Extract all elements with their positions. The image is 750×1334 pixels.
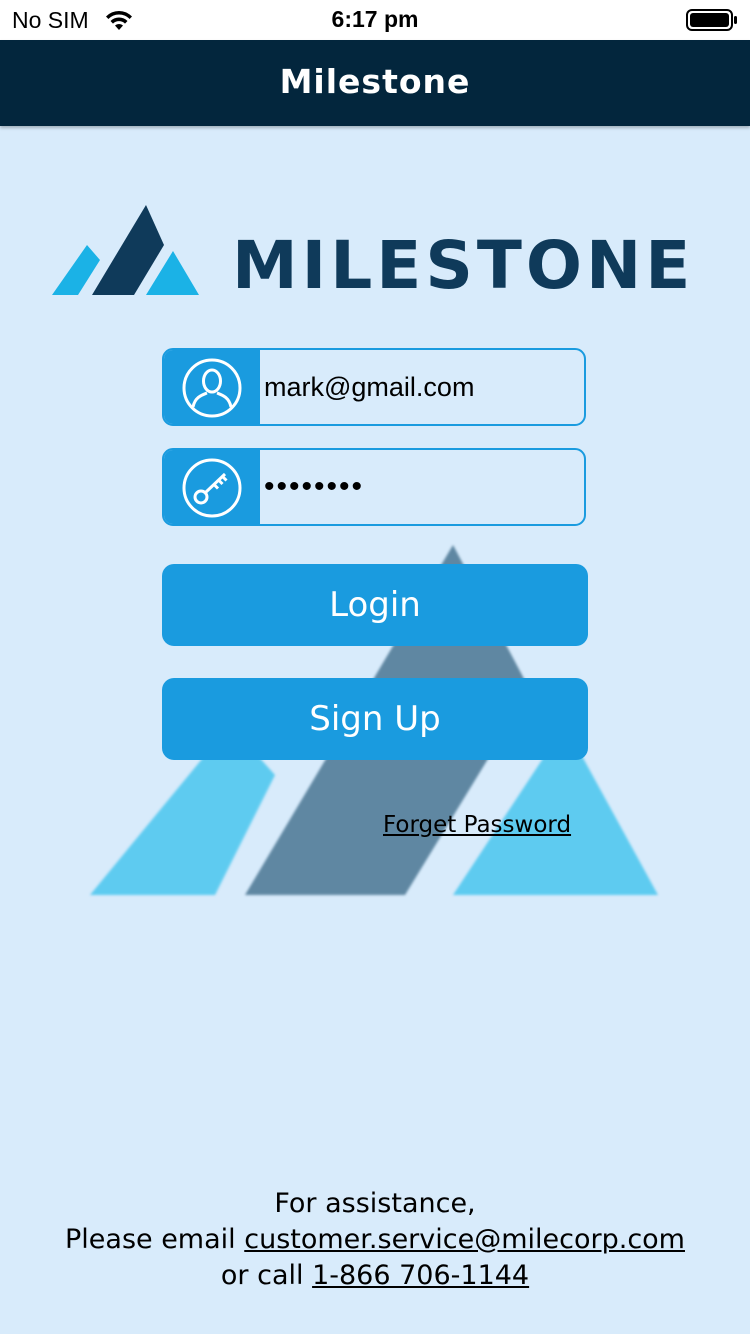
email-line: Please email customer.service@milecorp.c… (0, 1222, 750, 1258)
password-input[interactable] (264, 450, 580, 524)
user-icon (182, 358, 242, 418)
nav-bar: Milestone (0, 40, 750, 126)
assistance-line: For assistance, (274, 1188, 476, 1219)
email-icon-box (164, 350, 260, 424)
battery-icon (686, 9, 737, 31)
status-time: 6:17 pm (331, 6, 419, 32)
forget-password-link[interactable]: Forget Password (383, 812, 571, 838)
logo-mark-icon (52, 205, 199, 295)
support-email-link[interactable]: customer.service@milecorp.com (244, 1224, 685, 1255)
logo-text: MILESTONE (232, 227, 695, 304)
email-input[interactable] (264, 350, 580, 424)
phone-line: or call 1-866 706-1144 (0, 1258, 750, 1294)
email-prefix: Please email (65, 1224, 245, 1255)
sign-up-button[interactable]: Sign Up (162, 678, 588, 760)
password-field[interactable] (162, 448, 586, 526)
login-button[interactable]: Login (162, 564, 588, 646)
assistance-footer: For assistance, Please email customer.se… (0, 1186, 750, 1294)
support-phone-link[interactable]: 1-866 706-1144 (312, 1260, 529, 1291)
phone-prefix: or call (220, 1260, 313, 1291)
status-bar: No SIM 6:17 pm (0, 0, 750, 40)
password-icon-box (164, 450, 260, 524)
milestone-logo: MILESTONE (52, 205, 702, 305)
email-field[interactable] (162, 348, 586, 426)
key-icon (182, 458, 242, 518)
page-title: Milestone (279, 62, 471, 101)
